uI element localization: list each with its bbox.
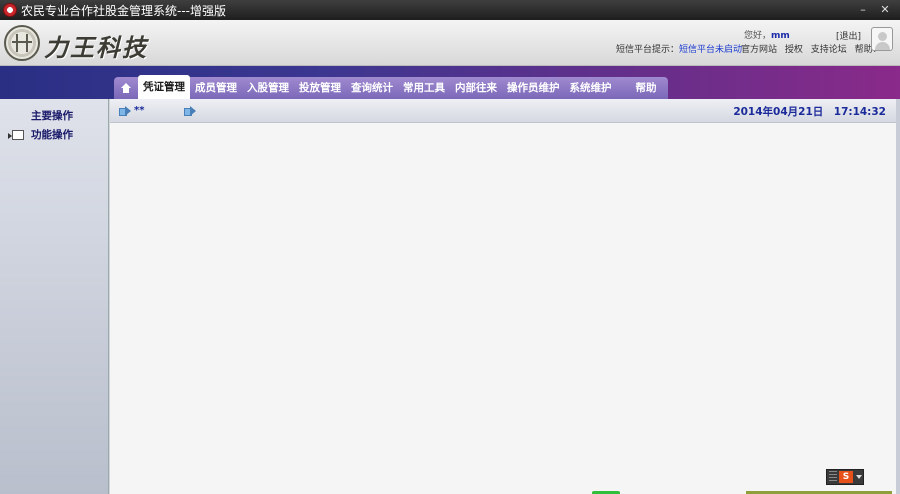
tab-operator-maintenance[interactable]: 操作员维护 (502, 77, 565, 99)
nav-band: 凭证管理 成员管理 入股管理 投放管理 查询统计 常用工具 内部往来 操作员维护… (0, 66, 900, 99)
avatar[interactable] (871, 27, 893, 51)
sidebar-item-main-operations[interactable]: 主要操作 (31, 108, 73, 123)
tab-disbursement-management[interactable]: 投放管理 (294, 77, 346, 99)
tab-help[interactable]: 帮助 (631, 77, 662, 99)
sms-platform-notice: 短信平台提示：短信平台未启动 (616, 42, 742, 55)
expand-arrow-icon (8, 130, 24, 140)
sidebar (0, 99, 109, 494)
input-method-bar[interactable]: S (826, 469, 864, 485)
main-menu: 凭证管理 成员管理 入股管理 投放管理 查询统计 常用工具 内部往来 操作员维护… (114, 75, 668, 99)
window-titlebar: 农民专业合作社股金管理系统---增强版 – ✕ (0, 0, 900, 20)
minimize-button[interactable]: – (852, 1, 874, 19)
input-method-icon[interactable]: S (839, 471, 853, 483)
current-datetime: 2014年04月21日 17:14:32 (733, 106, 886, 118)
tab-system-maintenance[interactable]: 系统维护 (565, 77, 617, 99)
window-title: 农民专业合作社股金管理系统---增强版 (21, 3, 226, 18)
greeting: 您好，mm (744, 28, 790, 41)
tab-voucher-management[interactable]: 凭证管理 (138, 75, 190, 99)
sidebar-item-function-operations[interactable]: 功能操作 (31, 127, 73, 142)
breadcrumb: ** 2014年04月21日 17:14:32 (110, 99, 896, 123)
brand-name: 力王科技 (44, 33, 148, 62)
chevron-down-icon[interactable] (856, 475, 862, 479)
company-logo-icon (4, 25, 40, 61)
breadcrumb-text: ** (134, 105, 145, 116)
top-links: 官方网站 授权 支持论坛 帮助? (741, 42, 882, 55)
sms-status-link[interactable]: 短信平台未启动 (679, 45, 742, 55)
logout-link[interactable]: [退出] (836, 29, 861, 42)
tab-internal-transactions[interactable]: 内部往来 (450, 77, 502, 99)
tab-common-tools[interactable]: 常用工具 (398, 77, 450, 99)
app-logo-icon (3, 3, 17, 17)
home-icon (121, 83, 131, 93)
arrow-right-icon (184, 106, 196, 116)
tab-query-statistics[interactable]: 查询统计 (346, 77, 398, 99)
nav-home[interactable] (114, 77, 138, 99)
username: mm (771, 31, 790, 41)
main-content: ** 2014年04月21日 17:14:32 (110, 99, 896, 494)
grip-icon[interactable] (829, 471, 837, 483)
close-button[interactable]: ✕ (874, 1, 896, 19)
tab-share-management[interactable]: 入股管理 (242, 77, 294, 99)
official-site-link[interactable]: 官方网站 (741, 45, 777, 55)
window-controls: – ✕ (852, 1, 896, 19)
right-border (896, 99, 900, 494)
arrow-right-icon (119, 106, 131, 116)
support-forum-link[interactable]: 支持论坛 (811, 45, 847, 55)
tab-member-management[interactable]: 成员管理 (190, 77, 242, 99)
app-header: 力王科技 您好，mm [退出] 短信平台提示：短信平台未启动 官方网站 授权 支… (0, 20, 900, 66)
license-link[interactable]: 授权 (785, 45, 803, 55)
sms-label: 短信平台提示： (616, 45, 680, 55)
greeting-prefix: 您好， (744, 31, 772, 41)
